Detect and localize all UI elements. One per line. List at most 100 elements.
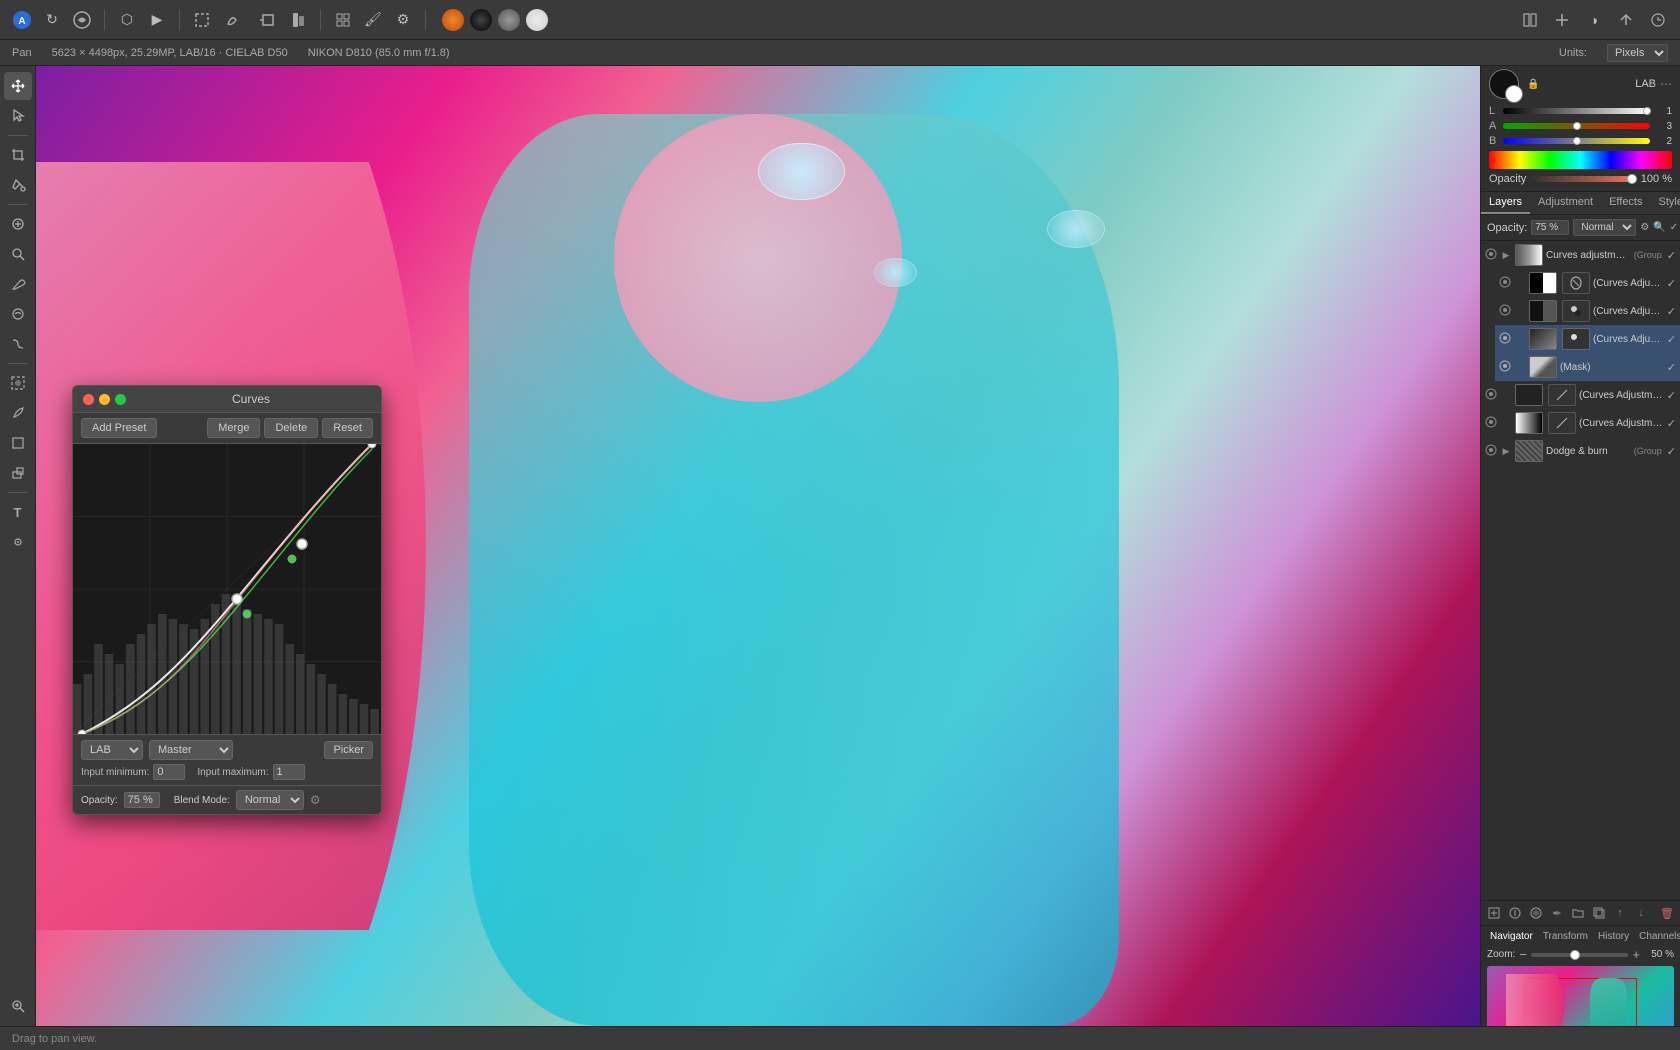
tab-layers[interactable]: Layers [1481, 192, 1530, 214]
grid-icon[interactable] [329, 6, 357, 34]
check-curves-selected[interactable]: ✓ [1667, 333, 1676, 346]
node-tool[interactable] [4, 528, 32, 556]
history-icon[interactable] [1644, 6, 1672, 34]
units-select[interactable]: Pixels Inches cm [1607, 44, 1668, 62]
input-max-value[interactable] [273, 764, 305, 780]
rect-select-icon[interactable] [188, 6, 216, 34]
zoom-tool[interactable] [4, 992, 32, 1020]
b-thumb[interactable] [1573, 137, 1581, 145]
layers-opacity-input[interactable] [1531, 220, 1569, 235]
tab-effects[interactable]: Effects [1601, 192, 1650, 214]
color-btn-4[interactable] [526, 9, 548, 31]
layer-mask[interactable]: (Mask) ✓ [1495, 353, 1680, 381]
nav-tab-transform[interactable]: Transform [1540, 930, 1591, 943]
add-mask-layer[interactable] [1527, 904, 1545, 922]
layer-dodge-burn[interactable]: ▶ Dodge & burn (Group ✓ [1481, 437, 1680, 465]
curves-opacity-input[interactable] [124, 792, 160, 808]
color-mode-label[interactable]: LAB [1635, 78, 1656, 90]
maximize-button[interactable] [115, 394, 126, 405]
layer-curves-adj-1[interactable]: (Curves Adjustm... ✓ [1495, 269, 1680, 297]
input-min-value[interactable] [153, 764, 185, 780]
paint-tool[interactable] [4, 270, 32, 298]
vis-curves-selected[interactable] [1499, 332, 1511, 347]
folder-layer[interactable] [1569, 904, 1587, 922]
nav-tab-history[interactable]: History [1595, 930, 1632, 943]
brush-icon[interactable]: 🖌 [359, 6, 387, 34]
open-icon[interactable]: ▶ [143, 6, 171, 34]
opacity-slider[interactable] [1530, 176, 1637, 182]
minimize-button[interactable] [99, 394, 110, 405]
vis-curves-s2[interactable] [1485, 416, 1497, 431]
zoom-in-btn[interactable]: + [1632, 947, 1640, 962]
view-options-icon[interactable]: ◑ [1580, 6, 1608, 34]
crop-icon[interactable] [254, 6, 282, 34]
check-curves-group[interactable]: ✓ [1667, 249, 1676, 262]
zoom-out-btn[interactable]: − [1519, 947, 1527, 962]
vis-curves-s1[interactable] [1485, 388, 1497, 403]
add-preset-button[interactable]: Add Preset [81, 418, 157, 438]
merge-button[interactable]: Merge [207, 418, 260, 438]
curves-gear-icon[interactable]: ⚙ [310, 793, 321, 807]
check-mask[interactable]: ✓ [1667, 361, 1676, 374]
l-thumb[interactable] [1643, 107, 1651, 115]
l-slider[interactable] [1503, 108, 1650, 114]
share-icon[interactable] [1612, 6, 1640, 34]
heal-tool[interactable] [4, 210, 32, 238]
place-icon[interactable] [284, 6, 312, 34]
erase-tool[interactable] [4, 459, 32, 487]
colour-gradient-bar[interactable] [1489, 151, 1672, 169]
opacity-thumb[interactable] [1627, 174, 1637, 184]
check-curves-s2[interactable]: ✓ [1667, 417, 1676, 430]
color-picker-area[interactable] [1489, 69, 1519, 99]
add-adjustment-layer[interactable] [1506, 904, 1524, 922]
crop-tool[interactable] [4, 141, 32, 169]
curves-blend-select[interactable]: Normal Multiply Screen [236, 790, 304, 810]
text-tool[interactable]: T [4, 498, 32, 526]
clone-tool[interactable] [4, 240, 32, 268]
move-up-layer[interactable]: ↑ [1611, 904, 1629, 922]
zoom-track[interactable] [1531, 953, 1628, 957]
channel-select[interactable]: Master Luminance A B [149, 740, 233, 760]
pen-layer[interactable]: ✒ [1548, 904, 1566, 922]
picker-button[interactable]: Picker [324, 741, 373, 759]
move-down-layer[interactable]: ↓ [1632, 904, 1650, 922]
vis-curves-1[interactable] [1499, 276, 1511, 291]
tool-gear-icon[interactable]: ⚙ [389, 6, 417, 34]
channel-mode-select[interactable]: LAB RGB CMYK [81, 740, 143, 760]
fill-tool[interactable] [4, 171, 32, 199]
layers-chevron-icon[interactable]: ✓ [1670, 220, 1678, 236]
persona-icon[interactable] [68, 6, 96, 34]
a-thumb[interactable] [1573, 122, 1581, 130]
delete-button[interactable]: Delete [264, 418, 318, 438]
layer-curves-standalone-2[interactable]: (Curves Adjustment) ✓ [1481, 409, 1680, 437]
expand-dodge[interactable]: ▶ [1500, 445, 1512, 457]
nav-tab-channels[interactable]: Channels [1636, 930, 1680, 943]
tab-styles[interactable]: Styles [1651, 192, 1680, 214]
select-brush-tool[interactable] [4, 369, 32, 397]
check-dodge[interactable]: ✓ [1667, 445, 1676, 458]
color-btn-3[interactable] [498, 9, 520, 31]
vis-dodge[interactable] [1485, 444, 1497, 459]
layer-group-curves-adjustments[interactable]: ▶ Curves adjustments (Group ✓ [1481, 241, 1680, 269]
curves-graph[interactable] [73, 444, 381, 734]
b-slider[interactable] [1503, 138, 1650, 144]
snap-icon[interactable] [1548, 6, 1576, 34]
layer-curves-adj-2[interactable]: (Curves Adjustm... ✓ [1495, 297, 1680, 325]
shape-tool[interactable] [4, 429, 32, 457]
lasso-icon[interactable] [218, 6, 246, 34]
layer-visibility-curves-group[interactable] [1485, 248, 1497, 263]
check-curves-1[interactable]: ✓ [1667, 277, 1676, 290]
layers-search-icon[interactable]: 🔍 [1653, 220, 1665, 236]
move-tool[interactable] [4, 72, 32, 100]
blend-mode-select[interactable]: Normal Multiply Screen Overlay [1573, 219, 1636, 236]
studio-icon[interactable] [1516, 6, 1544, 34]
layer-curves-standalone-1[interactable]: (Curves Adjustment) ✓ [1481, 381, 1680, 409]
vis-mask[interactable] [1499, 360, 1511, 375]
background-color[interactable] [1505, 85, 1523, 103]
new-icon[interactable]: ⬡ [113, 6, 141, 34]
duplicate-layer[interactable] [1590, 904, 1608, 922]
layers-settings-icon[interactable]: ⚙ [1640, 220, 1649, 236]
color-btn-1[interactable] [442, 9, 464, 31]
reset-button[interactable]: Reset [322, 418, 373, 438]
dodge-tool[interactable] [4, 300, 32, 328]
